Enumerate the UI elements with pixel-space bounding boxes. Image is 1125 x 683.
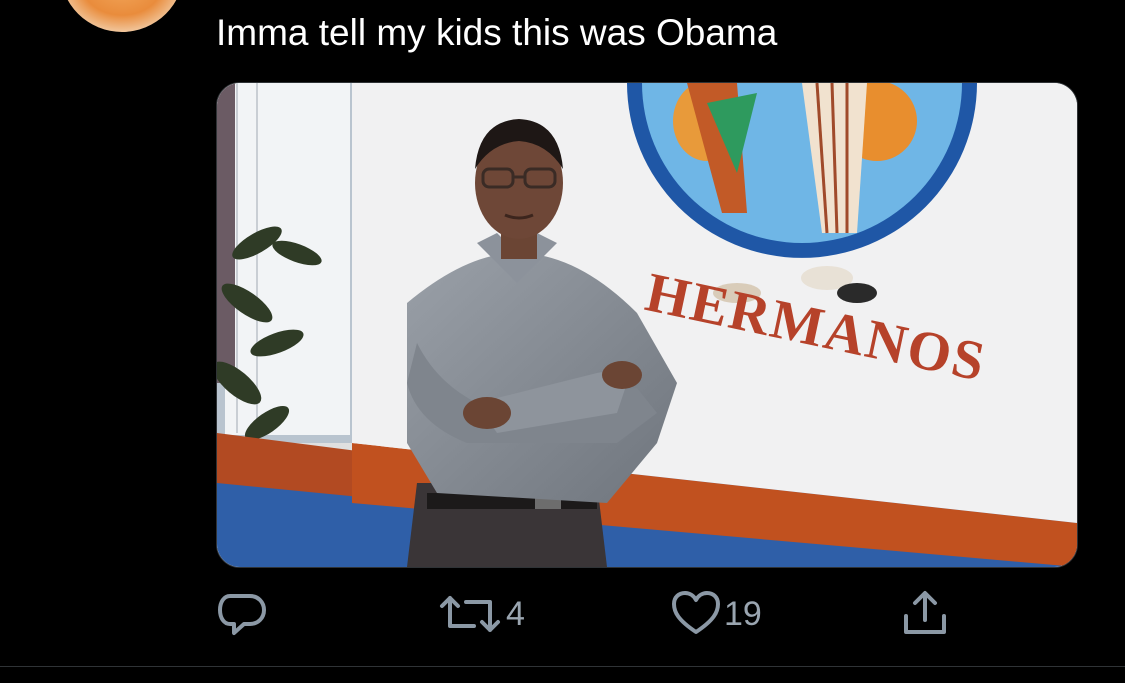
share-icon	[900, 588, 950, 640]
avatar[interactable]	[60, 0, 184, 32]
tweet-media-image[interactable]: HERMANOS	[216, 82, 1078, 568]
tweet-text: Imma tell my kids this was Obama	[216, 12, 778, 53]
like-count: 19	[724, 595, 762, 633]
share-button[interactable]	[900, 588, 950, 640]
reply-bubble-icon	[216, 588, 270, 640]
tweet-actions: 4 19	[216, 588, 1076, 640]
heart-icon	[670, 588, 722, 640]
retweet-icon	[438, 588, 504, 640]
retweet-count: 4	[506, 595, 525, 633]
like-button[interactable]: 19	[670, 588, 762, 640]
media-illustration: HERMANOS	[217, 83, 1077, 567]
reply-button[interactable]	[216, 588, 272, 640]
retweet-button[interactable]: 4	[438, 588, 525, 640]
divider	[0, 666, 1125, 667]
